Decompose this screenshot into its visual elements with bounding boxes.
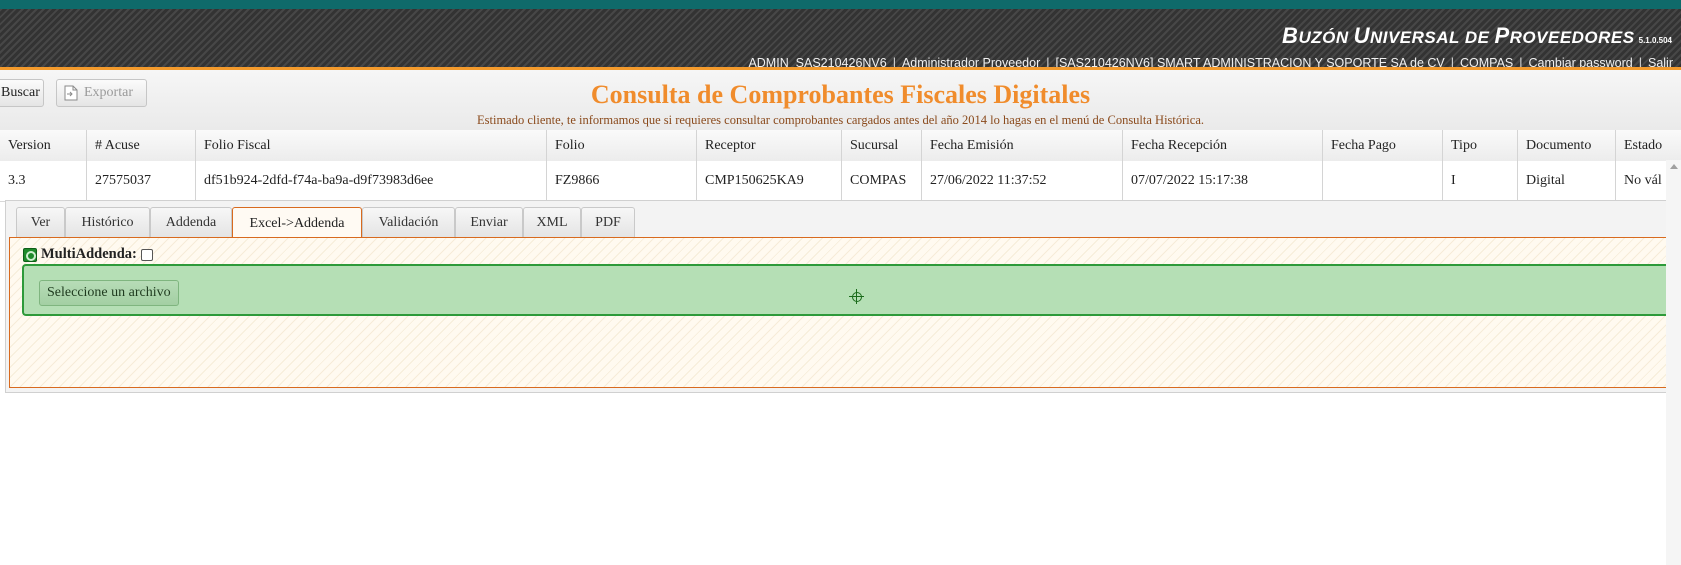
cell-folio-fiscal: df51b924-2dfd-f74a-ba9a-d9f73983d6ee [196, 161, 547, 201]
brand-part1-initial: B [1282, 23, 1299, 48]
column-header-folio-fiscal[interactable]: Folio Fiscal [196, 130, 547, 161]
column-header-estado[interactable]: Estado [1616, 130, 1666, 161]
tab-ver[interactable]: Ver [16, 207, 65, 237]
scroll-up-arrow-icon[interactable] [1670, 164, 1678, 169]
cell-fecha-emision: 27/06/2022 11:37:52 [922, 161, 1123, 201]
tab-historico[interactable]: Histórico [65, 207, 150, 237]
column-header-folio[interactable]: Folio [547, 130, 697, 161]
tab-enviar[interactable]: Enviar [455, 207, 523, 237]
cell-acuse: 27575037 [87, 161, 196, 201]
multiaddenda-field: MultiAddenda: [23, 246, 153, 263]
table-row[interactable]: 3.3 27575037 df51b924-2dfd-f74a-ba9a-d9f… [0, 161, 1681, 202]
top-accent-bar [0, 0, 1681, 9]
crosshair-icon [849, 289, 864, 304]
cell-tipo: I [1443, 161, 1518, 201]
column-header-receptor[interactable]: Receptor [697, 130, 842, 161]
tab-addenda[interactable]: Addenda [150, 207, 232, 237]
column-header-tipo[interactable]: Tipo [1443, 130, 1518, 161]
cell-version: 3.3 [0, 161, 87, 201]
column-header-sucursal[interactable]: Sucursal [842, 130, 922, 161]
column-header-acuse[interactable]: # Acuse [87, 130, 196, 161]
cell-receptor: CMP150625KA9 [697, 161, 842, 201]
brand-part4-rest: ROVEEDORES [1509, 28, 1635, 47]
brand-part2-rest: NIVERSAL [1369, 28, 1460, 47]
brand-part2-initial: U [1353, 23, 1370, 48]
select-file-button-label: Seleccione un archivo [47, 285, 171, 300]
cell-folio: FZ9866 [547, 161, 697, 201]
receipt-detail-panel: Ver Histórico Addenda Excel->Addenda Val… [5, 200, 1681, 393]
multiaddenda-checkbox[interactable] [140, 248, 153, 261]
brand-part4-initial: P [1494, 23, 1510, 48]
column-header-fecha-emision[interactable]: Fecha Emisión [922, 130, 1123, 161]
file-drop-zone[interactable]: Seleccione un archivo [22, 264, 1681, 316]
tab-validacion[interactable]: Validación [362, 207, 455, 237]
app-brand: BUZÓN UNIVERSAL DE PROVEEDORES 5.1.0.504 [1282, 23, 1672, 49]
column-header-fecha-pago[interactable]: Fecha Pago [1323, 130, 1443, 161]
multiaddenda-label: MultiAddenda: [41, 246, 137, 262]
column-header-version[interactable]: Version [0, 130, 87, 161]
tab-excel-addenda[interactable]: Excel->Addenda [232, 207, 362, 239]
tab-pdf[interactable]: PDF [581, 207, 635, 237]
app-version: 5.1.0.504 [1638, 36, 1672, 45]
brand-part3: DE [1464, 28, 1490, 47]
app-header: BUZÓN UNIVERSAL DE PROVEEDORES 5.1.0.504 … [0, 9, 1681, 70]
cell-documento: Digital [1518, 161, 1616, 201]
cell-fecha-recepcion: 07/07/2022 15:17:38 [1123, 161, 1323, 201]
brand-part1-rest: UZÓN [1298, 28, 1349, 47]
historical-notice: Estimado cliente, te informamos que si r… [477, 113, 1204, 127]
vertical-scrollbar[interactable] [1666, 160, 1681, 565]
select-file-button[interactable]: Seleccione un archivo [39, 280, 179, 306]
column-header-documento[interactable]: Documento [1518, 130, 1616, 161]
cell-estado: No vál [1624, 173, 1662, 188]
tab-xml[interactable]: XML [523, 207, 581, 237]
excel-addenda-tab-content: MultiAddenda: Seleccione un archivo [9, 237, 1681, 388]
page-title: Consulta de Comprobantes Fiscales Digita… [590, 80, 1091, 109]
cell-fecha-pago [1323, 161, 1443, 201]
cell-sucursal: COMPAS [842, 161, 922, 201]
column-header-fecha-recepcion[interactable]: Fecha Recepción [1123, 130, 1323, 161]
target-badge-icon [23, 247, 37, 262]
table-header: Version # Acuse Folio Fiscal Folio Recep… [0, 130, 1681, 162]
